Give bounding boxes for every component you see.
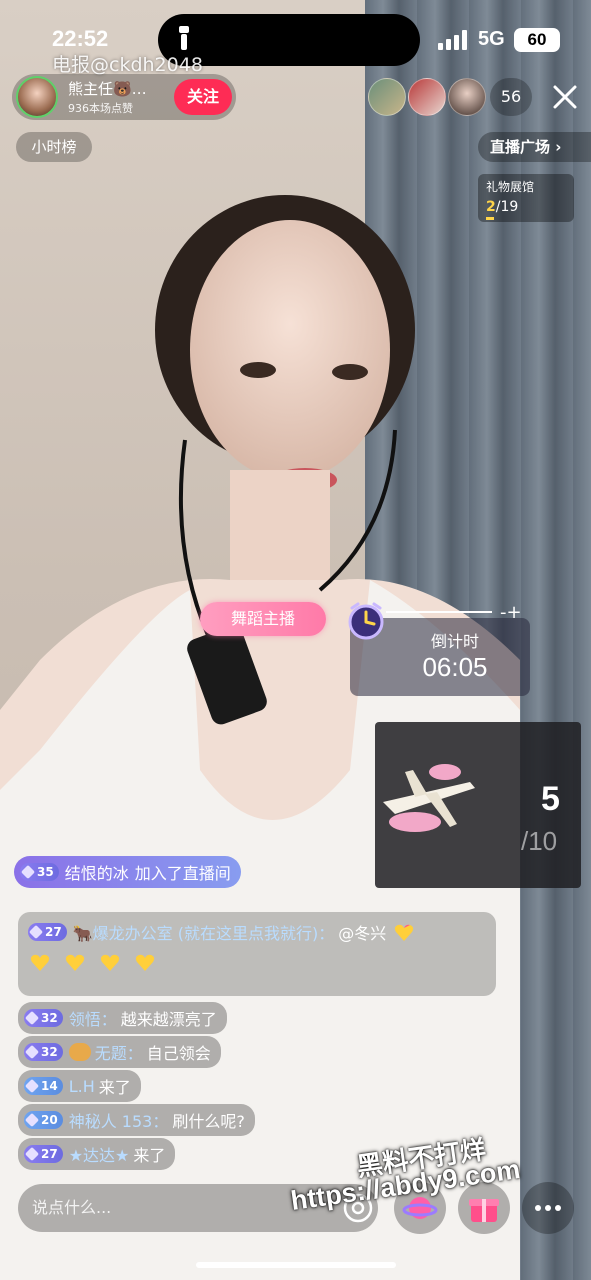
dance-host-tag[interactable]: 舞蹈主播: [200, 602, 326, 636]
finger-heart-icon: [65, 954, 85, 971]
user-level-badge: 27: [24, 1145, 63, 1163]
watermark-telegram: 电报@ckdh2048: [52, 54, 203, 76]
chat-username: 🐂爆龙办公室 (就在这里点我就行)：: [72, 924, 335, 943]
chat-text: 刷什么呢?: [172, 1112, 245, 1131]
gift-progress-box[interactable]: 5 /10: [375, 722, 581, 888]
chat-username: 无题：: [94, 1044, 143, 1063]
chat-text: 越来越漂亮了: [120, 1010, 217, 1029]
chat-message[interactable]: 27 ★达达★ 来了: [18, 1138, 176, 1170]
gift-icon: [469, 1199, 499, 1222]
gift-hall-current: 2: [486, 199, 496, 215]
chat-text: @冬兴: [338, 924, 387, 943]
user-level-badge: 32: [24, 1043, 63, 1061]
chat-text: 来了: [133, 1146, 166, 1165]
chat-message[interactable]: 27 🐂爆龙办公室 (就在这里点我就行)： @冬兴: [18, 912, 496, 996]
user-level-badge: 20: [24, 1111, 63, 1129]
gift-count: 5: [541, 780, 560, 818]
user-level-badge: 35: [20, 863, 59, 881]
hour-rank-tag[interactable]: 小时榜: [16, 132, 92, 162]
more-button[interactable]: [522, 1182, 574, 1234]
host-likes: 936本场点赞: [68, 102, 133, 115]
chat-message[interactable]: 20 神秘人 153： 刷什么呢?: [18, 1104, 255, 1136]
live-plaza-button[interactable]: 直播广场 ›: [478, 132, 591, 162]
gift-hall-title: 礼物展馆: [486, 180, 535, 194]
airplane-gift-icon: [383, 764, 475, 832]
viewer-avatar[interactable]: [448, 78, 486, 116]
close-icon[interactable]: [552, 84, 578, 110]
chat-username: 领悟：: [68, 1010, 117, 1029]
chat-text: 自己领会: [146, 1044, 211, 1063]
countdown-label: 倒计时: [430, 632, 479, 651]
chat-text: 来了: [98, 1078, 131, 1097]
gift-hall-progress-bar: [486, 217, 494, 220]
join-text: 加入了直播间: [134, 864, 231, 883]
viewer-count[interactable]: 56: [490, 78, 532, 116]
finger-heart-icon: [30, 954, 50, 971]
chat-username: L.H: [68, 1076, 95, 1096]
viewer-avatar[interactable]: [368, 78, 406, 116]
gift-total: /10: [521, 826, 558, 856]
gift-hall-progress: 2/19: [486, 199, 566, 215]
user-level-badge: 14: [24, 1077, 63, 1095]
join-banner: 35 结恨的冰 加入了直播间: [14, 856, 241, 888]
alarm-clock-icon: [348, 602, 384, 640]
gift-hall-total: /19: [495, 199, 519, 215]
network-type: 5G: [478, 28, 505, 50]
gift-hall-widget[interactable]: 礼物展馆 2/19: [478, 174, 574, 222]
finger-heart-icon: [101, 954, 120, 971]
finger-heart-icon: [136, 954, 155, 971]
fan-badge-icon: [68, 1043, 91, 1061]
chat-username: ★达达★: [68, 1146, 130, 1165]
join-username: 结恨的冰: [64, 864, 129, 883]
flashlight-icon: [179, 26, 189, 50]
host-name: 熊主任🐻…: [68, 80, 147, 98]
chat-message[interactable]: 32 领悟： 越来越漂亮了: [18, 1002, 227, 1034]
follow-button[interactable]: 关注: [174, 79, 232, 115]
battery-indicator: 60: [514, 28, 560, 52]
viewer-avatar[interactable]: [408, 78, 446, 116]
user-level-badge: 32: [24, 1009, 63, 1027]
chat-message[interactable]: 14 L.H 来了: [18, 1070, 141, 1102]
host-avatar[interactable]: [16, 76, 58, 118]
signal-icon: [438, 30, 467, 50]
host-card[interactable]: 熊主任🐻… 936本场点赞 关注: [12, 74, 236, 120]
user-level-badge: 27: [28, 923, 67, 941]
more-icon: [535, 1205, 561, 1211]
status-time: 22:52: [52, 26, 109, 51]
countdown-value: 06:05: [422, 652, 488, 682]
chat-message[interactable]: 32 无题： 自己领会: [18, 1036, 221, 1068]
finger-heart-icon: [395, 924, 414, 941]
home-indicator[interactable]: [196, 1262, 396, 1268]
chat-username: 神秘人 153：: [68, 1112, 169, 1131]
